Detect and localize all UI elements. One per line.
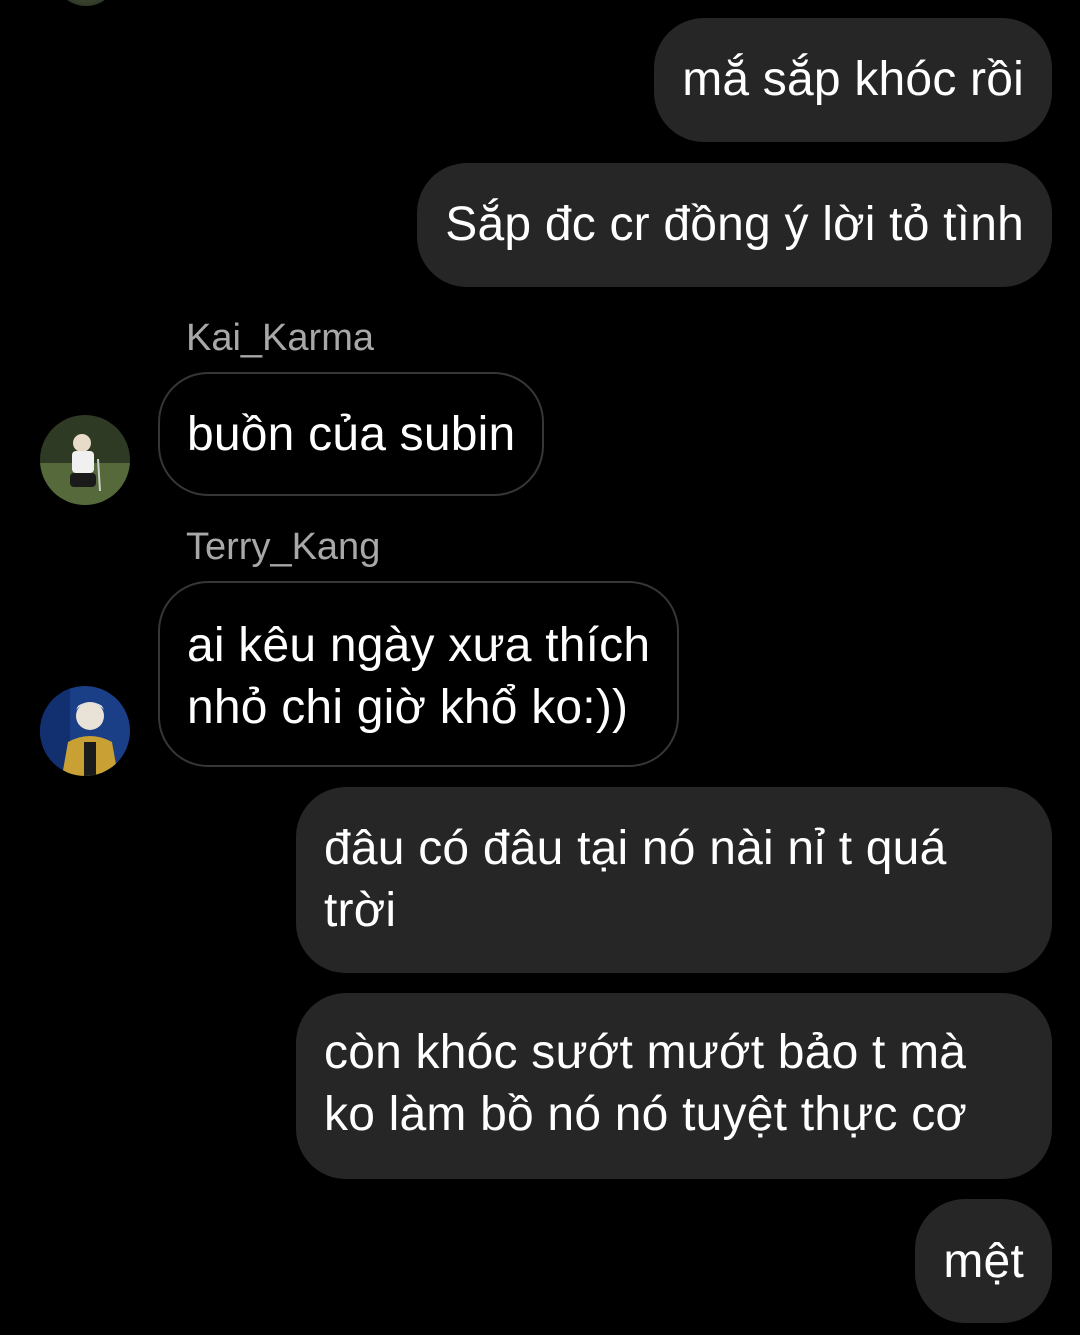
message-bubble-received[interactable]: ai kêu ngày xưa thích nhỏ chi giờ khổ ko… bbox=[158, 581, 680, 767]
user-avatar-icon[interactable] bbox=[40, 686, 130, 776]
user-avatar-icon[interactable] bbox=[40, 415, 130, 505]
message-text: buồn của subin bbox=[187, 408, 516, 461]
user-avatar-icon bbox=[40, 415, 130, 505]
message-text: còn khóc sướt mướt bảo t mà bbox=[324, 1026, 967, 1079]
message-bubble-sent[interactable]: mệt bbox=[915, 1199, 1052, 1323]
message-bubble-sent[interactable]: đâu có đâu tại nó nài nỉ t quá trời bbox=[296, 787, 1052, 973]
message-text: đâu có đâu tại nó nài nỉ t quá bbox=[324, 822, 947, 875]
sender-name: Kai_Karma bbox=[186, 317, 374, 359]
avatar-partial[interactable] bbox=[58, 0, 114, 6]
message-text: Sắp đc cr đồng ý lời tỏ tình bbox=[445, 198, 1024, 251]
message-text: nhỏ chi giờ khổ ko:)) bbox=[187, 681, 629, 734]
message-bubble-sent[interactable]: còn khóc sướt mướt bảo t mà ko làm bồ nó… bbox=[296, 993, 1052, 1179]
message-text: mắ sắp khóc rồi bbox=[682, 53, 1024, 106]
sender-name: Terry_Kang bbox=[186, 526, 381, 568]
message-bubble-sent[interactable]: Sắp đc cr đồng ý lời tỏ tình bbox=[417, 163, 1052, 287]
message-bubble-sent[interactable]: mắ sắp khóc rồi bbox=[654, 18, 1052, 142]
user-avatar-icon bbox=[40, 686, 130, 776]
message-text: mệt bbox=[943, 1235, 1024, 1288]
message-text: ai kêu ngày xưa thích bbox=[187, 619, 651, 672]
message-text: ko làm bồ nó nó tuyệt thực cơ bbox=[324, 1088, 968, 1141]
message-text: trời bbox=[324, 884, 397, 937]
message-bubble-received[interactable]: buồn của subin bbox=[158, 372, 545, 496]
